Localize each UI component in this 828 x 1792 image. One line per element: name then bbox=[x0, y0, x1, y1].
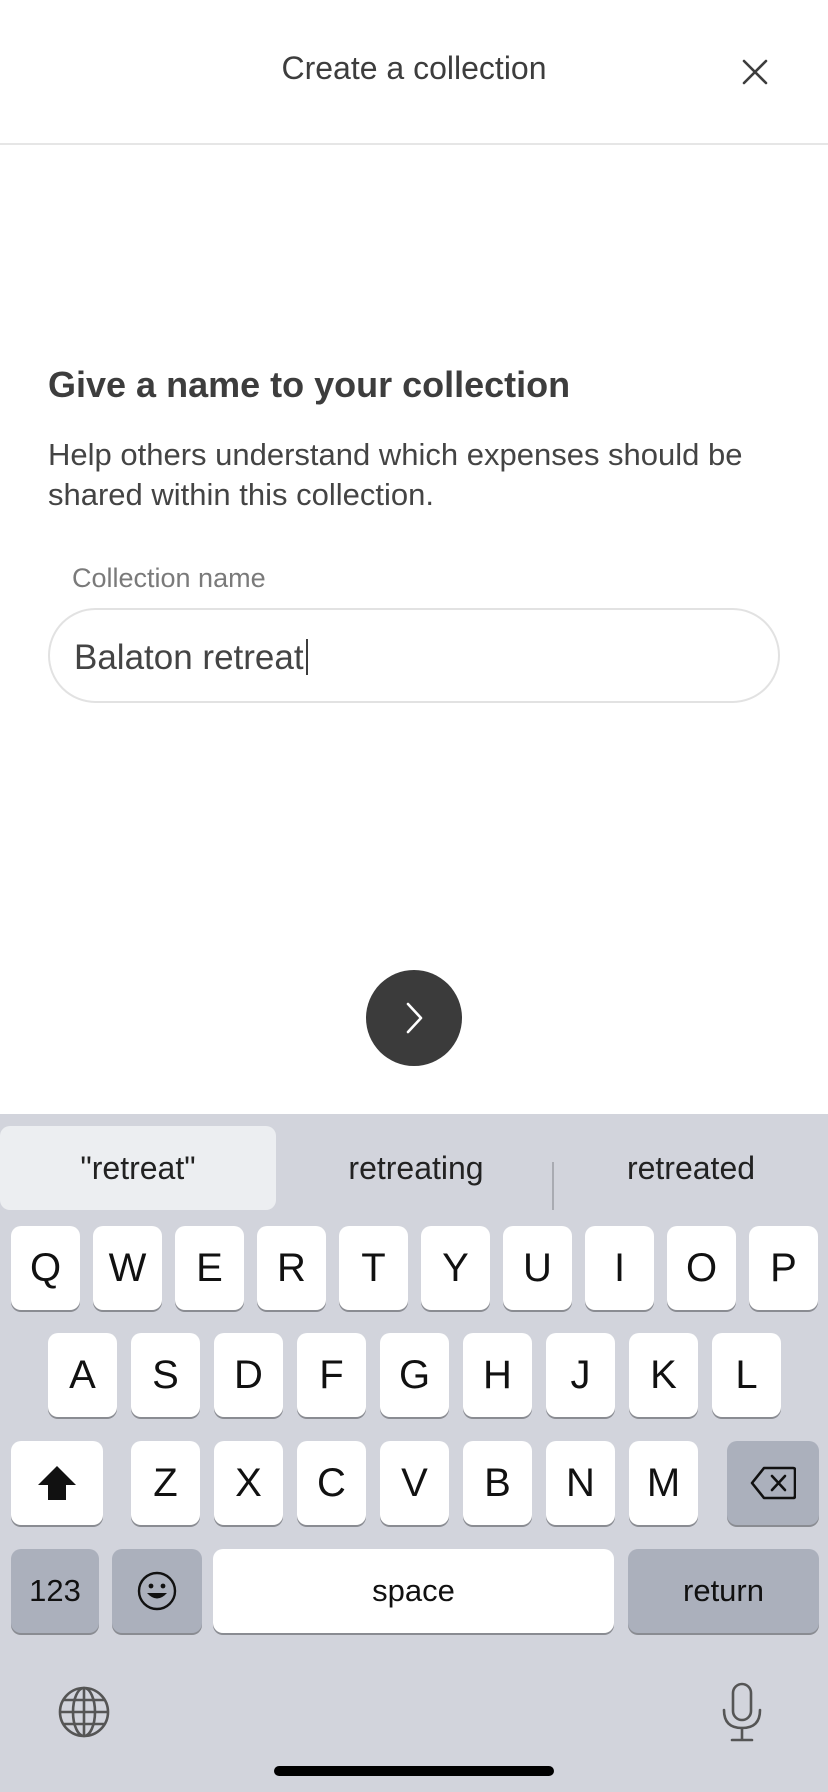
key-g[interactable]: G bbox=[380, 1333, 449, 1417]
numbers-key[interactable]: 123 bbox=[11, 1549, 99, 1633]
key-a[interactable]: A bbox=[48, 1333, 117, 1417]
key-e[interactable]: E bbox=[175, 1226, 244, 1310]
close-button[interactable] bbox=[730, 50, 780, 94]
suggestion-bar: "retreat" retreating retreated bbox=[0, 1126, 828, 1210]
suggestion-item[interactable]: retreating bbox=[278, 1126, 554, 1210]
shift-key[interactable] bbox=[11, 1441, 103, 1525]
key-n[interactable]: N bbox=[546, 1441, 615, 1525]
prompt-description: Help others understand which expenses sh… bbox=[48, 437, 743, 512]
key-z[interactable]: Z bbox=[131, 1441, 200, 1525]
key-t[interactable]: T bbox=[339, 1226, 408, 1310]
microphone-button[interactable] bbox=[718, 1678, 766, 1748]
collection-name-value: Balaton retreat bbox=[74, 638, 304, 677]
key-o[interactable]: O bbox=[667, 1226, 736, 1310]
suggestion-item[interactable]: retreated bbox=[554, 1126, 828, 1210]
emoji-icon bbox=[137, 1571, 177, 1611]
prompt-heading: Give a name to your collection bbox=[48, 364, 571, 405]
key-k[interactable]: K bbox=[629, 1333, 698, 1417]
key-s[interactable]: S bbox=[131, 1333, 200, 1417]
globe-button[interactable] bbox=[56, 1684, 112, 1740]
backspace-icon bbox=[750, 1466, 796, 1500]
close-icon bbox=[742, 59, 768, 85]
key-r[interactable]: R bbox=[257, 1226, 326, 1310]
key-p[interactable]: P bbox=[749, 1226, 818, 1310]
shift-icon bbox=[38, 1466, 76, 1500]
header: Create a collection bbox=[0, 0, 828, 145]
globe-icon bbox=[58, 1686, 110, 1738]
keyboard: "retreat" retreating retreated Q W E R T… bbox=[0, 1114, 828, 1792]
key-x[interactable]: X bbox=[214, 1441, 283, 1525]
key-m[interactable]: M bbox=[629, 1441, 698, 1525]
collection-name-label: Collection name bbox=[72, 563, 266, 593]
next-button[interactable] bbox=[366, 970, 462, 1066]
key-q[interactable]: Q bbox=[11, 1226, 80, 1310]
microphone-icon bbox=[722, 1682, 762, 1742]
return-key[interactable]: return bbox=[628, 1549, 819, 1633]
key-h[interactable]: H bbox=[463, 1333, 532, 1417]
text-caret bbox=[305, 639, 308, 675]
suggestion-item[interactable]: "retreat" bbox=[0, 1126, 276, 1210]
space-key[interactable]: space bbox=[213, 1549, 614, 1633]
key-w[interactable]: W bbox=[93, 1226, 162, 1310]
collection-name-input[interactable]: Balaton retreat bbox=[48, 608, 780, 703]
key-v[interactable]: V bbox=[380, 1441, 449, 1525]
key-j[interactable]: J bbox=[546, 1333, 615, 1417]
key-i[interactable]: I bbox=[585, 1226, 654, 1310]
key-f[interactable]: F bbox=[297, 1333, 366, 1417]
key-y[interactable]: Y bbox=[421, 1226, 490, 1310]
page-title: Create a collection bbox=[281, 50, 547, 86]
key-c[interactable]: C bbox=[297, 1441, 366, 1525]
key-b[interactable]: B bbox=[463, 1441, 532, 1525]
home-indicator bbox=[274, 1766, 554, 1776]
key-u[interactable]: U bbox=[503, 1226, 572, 1310]
key-d[interactable]: D bbox=[214, 1333, 283, 1417]
chevron-right-icon bbox=[406, 1002, 423, 1034]
delete-key[interactable] bbox=[727, 1441, 819, 1525]
emoji-key[interactable] bbox=[112, 1549, 202, 1633]
key-l[interactable]: L bbox=[712, 1333, 781, 1417]
